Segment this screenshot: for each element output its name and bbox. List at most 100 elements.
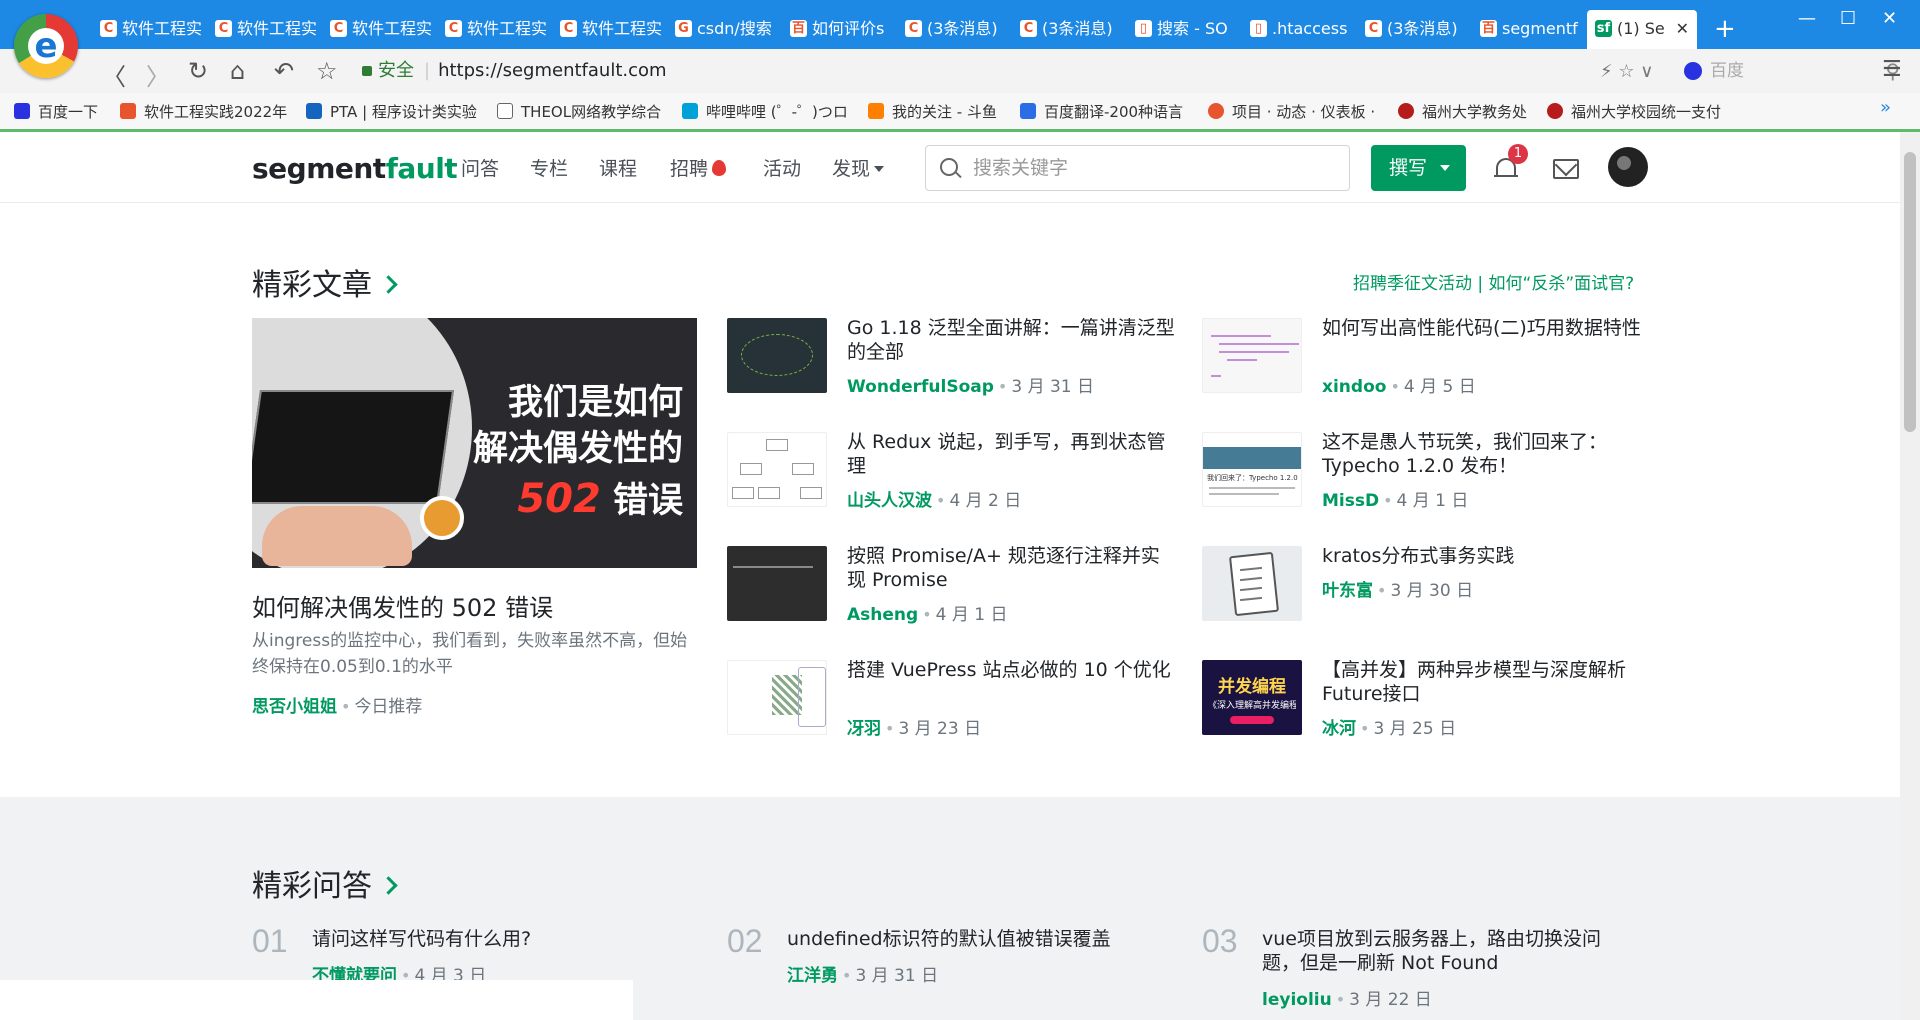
author-link[interactable]: leyioliu xyxy=(1262,990,1332,1010)
article-item[interactable]: 我们回来了：Typecho 1.2.0 这不是愚人节玩笑，我们回来了：Typec… xyxy=(1202,430,1662,532)
article-item[interactable]: Go 1.18 泛型全面讲解：一篇讲清泛型的全部 WonderfulSoap • 3… xyxy=(727,316,1187,418)
url-field[interactable]: 安全 | https://segmentfault.com xyxy=(362,56,1662,86)
author-link[interactable]: 叶东富 xyxy=(1322,581,1373,601)
author-link[interactable]: 山头人汉波 xyxy=(847,491,932,511)
hero-article-title[interactable]: 如何解决偶发性的 502 错误 xyxy=(252,588,553,623)
search-input[interactable] xyxy=(971,154,1335,184)
article-meta: MissD • 4 月 1 日 xyxy=(1322,491,1469,511)
back-icon[interactable]: 〈 xyxy=(102,57,126,92)
article-title[interactable]: 【高并发】两种异步模型与深度解析Future接口 xyxy=(1322,658,1652,706)
author-link[interactable]: 冴羽 xyxy=(847,719,881,739)
bookmark-item[interactable]: 福州大学教务处 xyxy=(1398,101,1527,122)
tab-3[interactable]: C 软件工程实 xyxy=(322,10,435,49)
bookmark-item[interactable]: 我的关注 - 斗鱼 xyxy=(868,101,997,122)
bookmark-item[interactable]: PTA | 程序设计类实验 xyxy=(306,101,477,122)
tab-7[interactable]: 百如何评价s xyxy=(782,10,895,49)
bookmark-item[interactable]: THEOL网络教学综合 xyxy=(497,101,661,122)
tab-1[interactable]: C 软件工程实 xyxy=(92,10,205,49)
article-title[interactable]: 从 Redux 说起，到手写，再到状态管理 xyxy=(847,430,1177,478)
tab-2[interactable]: C 软件工程实 xyxy=(207,10,320,49)
author-link[interactable]: xindoo xyxy=(1322,377,1386,397)
tab-13[interactable]: 百 segmentf xyxy=(1472,10,1585,49)
qa-title[interactable]: vue项目放到云服务器上，路由切换没问题，但是一刷新 Not Found xyxy=(1262,927,1622,975)
favorite-star-icon[interactable]: ☆ xyxy=(316,57,338,85)
bookmark-item[interactable]: 软件工程实践2022年 xyxy=(120,101,287,122)
csdn-icon: C xyxy=(560,20,577,37)
article-title[interactable]: Go 1.18 泛型全面讲解：一篇讲清泛型的全部 xyxy=(847,316,1177,364)
site-logo[interactable]: segmentfault xyxy=(252,152,458,185)
browser-search-field[interactable]: 百度 ⚲ xyxy=(1684,56,1904,86)
author-link[interactable]: MissD xyxy=(1322,491,1379,511)
qa-title[interactable]: undefined标识符的默认值被错误覆盖 xyxy=(787,927,1177,951)
tab-11[interactable]: ▯ .htaccess xyxy=(1242,10,1355,49)
author-link[interactable]: 思否小姐姐 xyxy=(252,697,337,717)
article-item[interactable]: 并发编程《深入理解高并发编程》 【高并发】两种异步模型与深度解析Future接口… xyxy=(1202,658,1662,760)
reload-icon[interactable]: ↻ xyxy=(188,57,208,85)
article-item[interactable]: 搭建 VuePress 站点必做的 10 个优化 冴羽 • 3 月 23 日 xyxy=(727,658,1187,760)
tab-label: 软件工程实 xyxy=(467,19,548,38)
nav-discover[interactable]: 发现 xyxy=(832,154,885,181)
close-tab-icon[interactable]: ✕ xyxy=(1676,10,1689,48)
author-link[interactable]: 江洋勇 xyxy=(787,966,838,986)
nav-jobs[interactable]: 招聘 xyxy=(670,154,727,181)
window-close-button[interactable]: ✕ xyxy=(1882,8,1897,29)
baidu-paw-icon xyxy=(1684,62,1702,80)
bookmark-item[interactable]: 福州大学校园统一支付 xyxy=(1547,101,1721,122)
maximize-button[interactable]: ☐ xyxy=(1840,8,1856,29)
author-link[interactable]: Asheng xyxy=(847,605,918,625)
author-link[interactable]: 冰河 xyxy=(1322,719,1356,739)
menu-icon[interactable]: ☰ xyxy=(1882,57,1902,82)
article-title[interactable]: kratos分布式事务实践 xyxy=(1322,544,1652,568)
tab-8[interactable]: C (3条消息) xyxy=(897,10,1010,49)
article-title[interactable]: 这不是愚人节玩笑，我们回来了：Typecho 1.2.0 发布！ xyxy=(1322,430,1652,478)
minimize-button[interactable]: — xyxy=(1798,8,1816,29)
bookmark-item[interactable]: 百度一下 xyxy=(14,101,98,122)
article-title[interactable]: 按照 Promise/A+ 规范逐行注释并实现 Promise xyxy=(847,544,1177,592)
nav-qa[interactable]: 问答 xyxy=(461,154,499,181)
nav-course[interactable]: 课程 xyxy=(599,154,637,181)
article-thumbnail xyxy=(727,432,827,507)
promo-link[interactable]: 招聘季征文活动 | 如何“反杀”面试官? xyxy=(1353,269,1634,294)
article-item[interactable]: 如何写出高性能代码(二)巧用数据特性 xindoo • 4 月 5 日 xyxy=(1202,316,1662,418)
undo-icon[interactable]: ↶ xyxy=(274,57,294,85)
hero-article-image[interactable]: 我们是如何 解决偶发性的 502 错误 xyxy=(252,318,697,568)
bookmark-item[interactable]: 项目 · 动态 · 仪表板 · xyxy=(1208,101,1375,122)
tab-5[interactable]: C 软件工程实 xyxy=(552,10,665,49)
tab-10[interactable]: ▯ 搜索 - SO xyxy=(1127,10,1240,49)
article-title[interactable]: 搭建 VuePress 站点必做的 10 个优化 xyxy=(847,658,1177,682)
article-item[interactable]: 按照 Promise/A+ 规范逐行注释并实现 Promise Asheng • 4… xyxy=(727,544,1187,646)
tab-4[interactable]: C 软件工程实 xyxy=(437,10,550,49)
article-item[interactable]: kratos分布式事务实践 叶东富 • 3 月 30 日 xyxy=(1202,544,1662,646)
avatar[interactable] xyxy=(1608,147,1648,187)
forward-icon[interactable]: 〉 xyxy=(146,57,170,92)
qa-section-title[interactable]: 精彩问答 xyxy=(252,861,398,905)
address-actions-icons[interactable]: ⚡ ☆ ∨ xyxy=(1600,61,1653,82)
csdn-icon: C xyxy=(1020,20,1037,37)
tab-6[interactable]: Gcsdn/搜索 xyxy=(667,10,780,49)
scrollbar-thumb[interactable] xyxy=(1904,152,1916,432)
write-button[interactable]: 撰写 xyxy=(1371,145,1466,191)
site-search[interactable] xyxy=(925,145,1350,191)
author-link[interactable]: WonderfulSoap xyxy=(847,377,994,397)
page-scrollbar[interactable] xyxy=(1900,132,1920,1020)
article-title[interactable]: 如何写出高性能代码(二)巧用数据特性 xyxy=(1322,316,1652,340)
qa-title[interactable]: 请问这样写代码有什么用? xyxy=(312,927,702,951)
baidu-icon: 百 xyxy=(790,20,807,37)
new-tab-button[interactable]: + xyxy=(1714,10,1736,48)
bookmark-item[interactable]: 哔哩哔哩 (゜-゜)つロ xyxy=(682,101,848,122)
nav-events[interactable]: 活动 xyxy=(763,154,801,181)
browser-logo-icon[interactable]: e xyxy=(14,14,78,78)
mail-icon[interactable] xyxy=(1553,159,1579,179)
home-icon[interactable]: ⌂ xyxy=(230,57,245,85)
tab-segmentfault-active[interactable]: sf (1) Se ✕ xyxy=(1587,10,1697,49)
bookmarks-more-icon[interactable]: » xyxy=(1880,97,1891,118)
bookmark-item[interactable]: 百度翻译-200种语言 xyxy=(1020,101,1183,122)
tab-label: 软件工程实 xyxy=(122,19,203,38)
chevron-right-icon xyxy=(379,275,398,294)
tab-9[interactable]: C (3条消息) xyxy=(1012,10,1125,49)
article-item[interactable]: 从 Redux 说起，到手写，再到状态管理 山头人汉波 • 4 月 2 日 xyxy=(727,430,1187,532)
nav-column[interactable]: 专栏 xyxy=(530,154,568,181)
chevron-right-icon xyxy=(379,876,398,895)
articles-section-title[interactable]: 精彩文章 xyxy=(252,260,398,304)
tab-12[interactable]: C (3条消息) xyxy=(1357,10,1470,49)
